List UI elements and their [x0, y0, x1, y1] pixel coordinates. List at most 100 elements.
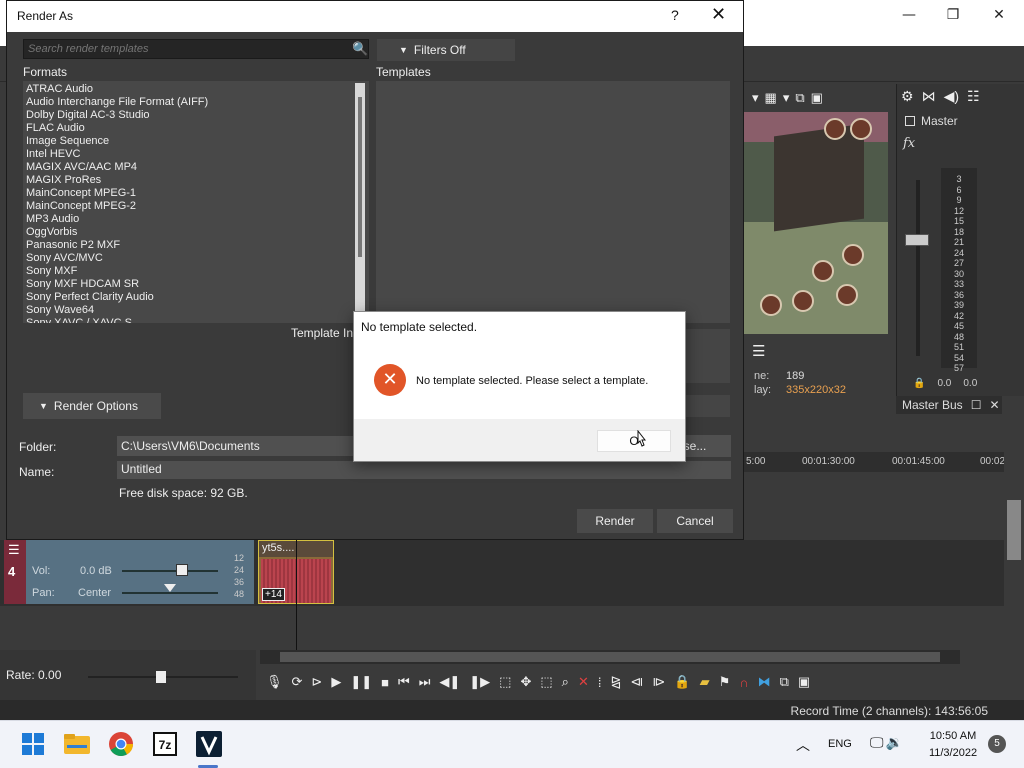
search-input[interactable]	[24, 40, 344, 58]
channel-strip-icon[interactable]: ☷	[967, 88, 980, 105]
copy-icon[interactable]: ⧉	[795, 90, 804, 106]
zoom-tool-icon[interactable]: ⌕	[562, 674, 569, 690]
pause-icon[interactable]: ❚❚	[350, 674, 372, 690]
rate-slider-knob[interactable]	[156, 671, 166, 683]
edit-tool-icon[interactable]: ⬚	[499, 674, 511, 690]
selection-tool-icon[interactable]: ⬚	[540, 674, 552, 690]
format-item[interactable]: FLAC Audio	[26, 122, 369, 135]
trim-end-icon[interactable]: ⧐	[652, 674, 665, 690]
loop-icon[interactable]: ⟳	[292, 674, 303, 690]
region-icon[interactable]: ⚑	[719, 674, 731, 690]
bus-icon[interactable]: ⋈	[922, 88, 936, 105]
volume-slider[interactable]	[122, 570, 218, 572]
stop-icon[interactable]: ■	[381, 675, 389, 690]
close-icon[interactable]: ✕	[989, 398, 999, 412]
templates-list[interactable]	[376, 81, 730, 323]
notification-badge[interactable]: 5	[988, 735, 1006, 753]
pan-slider[interactable]	[122, 592, 218, 594]
system-tray[interactable]: 🖵 🔉	[870, 735, 903, 751]
checkbox-icon[interactable]	[905, 116, 915, 126]
format-item[interactable]: Audio Interchange File Format (AIFF)	[26, 96, 369, 109]
format-item[interactable]: Intel HEVC	[26, 148, 369, 161]
format-item[interactable]: MainConcept MPEG-2	[26, 200, 369, 213]
maximize-icon[interactable]: ☐	[971, 398, 982, 412]
scroll-thumb[interactable]	[280, 652, 940, 662]
minimize-icon[interactable]: —	[886, 2, 932, 28]
dropdown-icon[interactable]: ▾	[783, 90, 790, 106]
language-indicator[interactable]: ENG	[828, 738, 852, 750]
network-icon[interactable]: 🖵	[870, 735, 884, 751]
format-item[interactable]: MainConcept MPEG-1	[26, 187, 369, 200]
close-icon[interactable]: ✕	[976, 2, 1022, 28]
track-menu-icon[interactable]: ☰	[8, 542, 20, 558]
record-icon[interactable]: 🎙	[266, 674, 283, 690]
format-item[interactable]: Sony MXF HDCAM SR	[26, 278, 369, 291]
speaker-icon[interactable]: ◀)	[944, 88, 959, 105]
envelope-tool-icon[interactable]: ✥	[520, 674, 531, 690]
volume-icon[interactable]: 🔉	[886, 735, 903, 751]
ok-button[interactable]: O	[597, 430, 671, 452]
playhead[interactable]	[296, 540, 297, 652]
format-item[interactable]: Sony AVC/MVC	[26, 252, 369, 265]
lock-icon[interactable]: 🔒	[913, 378, 925, 389]
play-from-start-icon[interactable]: ⊳	[311, 674, 322, 690]
fx-icon[interactable]: fx	[903, 136, 915, 151]
format-item[interactable]: MAGIX AVC/AAC MP4	[26, 161, 369, 174]
split-icon[interactable]: ⧎	[610, 674, 621, 690]
vegas-pro-icon[interactable]	[194, 729, 224, 759]
search-icon[interactable]: 🔍	[352, 41, 368, 57]
format-item[interactable]: Sony MXF	[26, 265, 369, 278]
render-options-button[interactable]: ▼ Render Options	[23, 393, 161, 419]
delete-icon[interactable]: ✕	[578, 674, 589, 690]
filters-button[interactable]: ▼ Filters Off	[377, 39, 515, 61]
file-explorer-icon[interactable]	[62, 729, 92, 759]
format-item[interactable]: Panasonic P2 MXF	[26, 239, 369, 252]
clock-time[interactable]: 10:50 AM	[922, 730, 984, 742]
dropdown-icon[interactable]: ▾	[752, 90, 759, 106]
cancel-button[interactable]: Cancel	[657, 509, 733, 533]
format-item[interactable]: MP3 Audio	[26, 213, 369, 226]
format-item[interactable]: Sony Wave64	[26, 304, 369, 317]
folder-field[interactable]: C:\Users\VM6\Documents	[117, 436, 357, 456]
master-checkbox[interactable]: Master	[905, 114, 958, 128]
vertical-scrollbar[interactable]	[1004, 420, 1024, 650]
menu-icon[interactable]: ☰	[752, 342, 765, 360]
snap-icon[interactable]: ∩	[739, 675, 748, 690]
save-snapshot-icon[interactable]: ▣	[811, 90, 823, 106]
next-frame-icon[interactable]: ❚▶	[469, 674, 490, 690]
render-button[interactable]: Render	[577, 509, 653, 533]
play-icon[interactable]: ▶	[331, 674, 341, 690]
scroll-thumb[interactable]	[1007, 500, 1021, 560]
format-item[interactable]: MAGIX ProRes	[26, 174, 369, 187]
format-item[interactable]: Dolby Digital AC-3 Studio	[26, 109, 369, 122]
7zip-icon[interactable]: 7z	[150, 729, 180, 759]
name-field[interactable]: Untitled	[117, 461, 731, 479]
volume-slider-knob[interactable]	[176, 564, 188, 576]
go-to-end-icon[interactable]: ⏭	[419, 674, 431, 690]
grouping-icon[interactable]: ⧉	[780, 674, 789, 690]
format-item[interactable]: Sony XAVC / XAVC S	[26, 317, 369, 323]
scroll-thumb[interactable]	[358, 97, 362, 257]
lock-icon[interactable]: 🔒	[674, 674, 690, 690]
format-item[interactable]: Image Sequence	[26, 135, 369, 148]
prev-frame-icon[interactable]: ◀❚	[439, 674, 460, 690]
go-to-start-icon[interactable]: ⏮	[398, 674, 410, 690]
grid-icon[interactable]: ▦	[765, 90, 777, 106]
master-fader-knob[interactable]	[905, 234, 929, 246]
formats-scrollbar[interactable]	[355, 83, 365, 321]
auto-ripple-icon[interactable]: ⧓	[758, 674, 771, 690]
windows-start-icon[interactable]	[18, 729, 48, 759]
event-fx-icon[interactable]: ▣	[798, 674, 810, 690]
pan-slider-knob[interactable]	[164, 584, 176, 592]
restore-icon[interactable]: ❐	[930, 2, 976, 28]
horizontal-scrollbar[interactable]	[260, 650, 960, 664]
format-item[interactable]: Sony Perfect Clarity Audio	[26, 291, 369, 304]
format-item[interactable]: OggVorbis	[26, 226, 369, 239]
clock-date[interactable]: 11/3/2022	[922, 747, 984, 759]
help-icon[interactable]: ?	[671, 7, 679, 23]
close-icon[interactable]: ✕	[711, 4, 726, 25]
format-item[interactable]: ATRAC Audio	[26, 83, 369, 96]
chevron-up-icon[interactable]: ︿	[796, 735, 810, 755]
marker-icon[interactable]: ▰	[700, 674, 710, 690]
settings-icon[interactable]: ⚙	[901, 88, 914, 105]
